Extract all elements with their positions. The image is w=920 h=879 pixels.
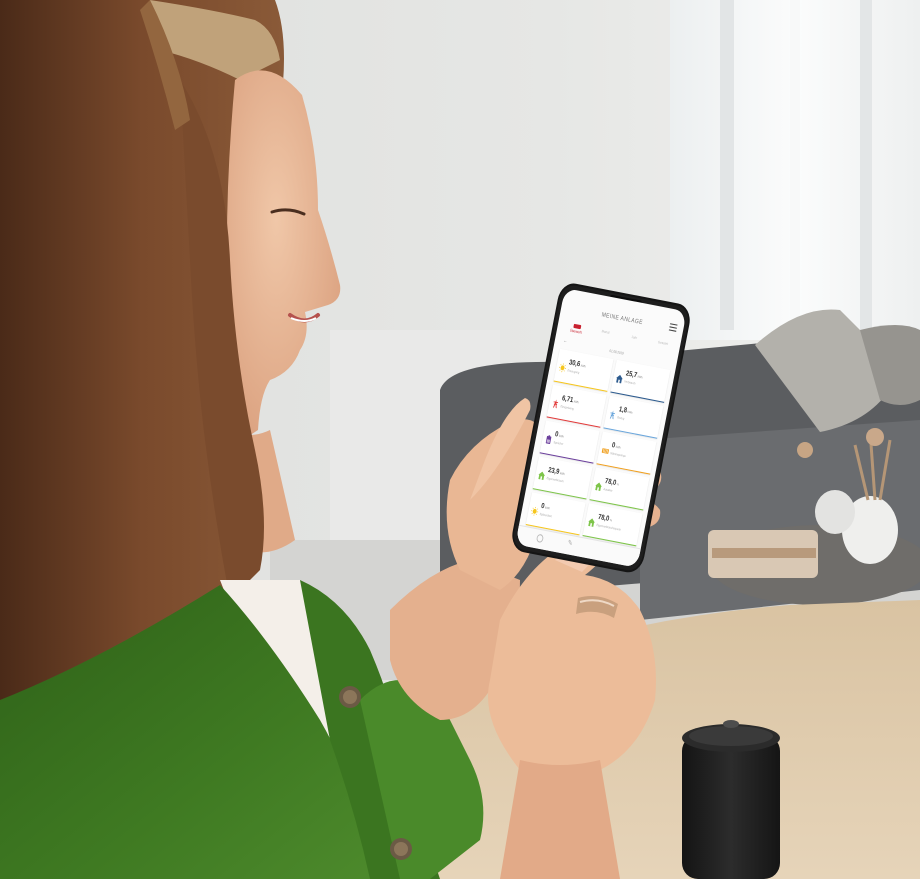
tile-unit: % bbox=[609, 517, 613, 523]
energy-tile[interactable]: 0kWh Wärmepumpe bbox=[596, 431, 657, 475]
tile-unit: kWh bbox=[615, 444, 622, 450]
tile-unit: kWh bbox=[558, 433, 565, 439]
power-tower-icon bbox=[609, 405, 618, 420]
tab-year[interactable]: Jahr bbox=[622, 333, 646, 349]
hamburger-menu-icon[interactable] bbox=[668, 323, 678, 332]
tile-number: 78,0 bbox=[604, 477, 617, 488]
energy-tile[interactable]: 25,7kWh Verbrauch bbox=[610, 359, 671, 403]
tile-label: Eigenverbrauch bbox=[546, 475, 565, 484]
tile-label: Wärmepumpe bbox=[610, 451, 627, 459]
photo-background bbox=[0, 0, 920, 879]
house-icon bbox=[595, 477, 604, 491]
energy-tile[interactable]: 30,6kWh Erzeugung bbox=[553, 348, 614, 392]
tile-unit: kWh bbox=[559, 471, 566, 477]
tile-value: 0kWh bbox=[611, 442, 621, 451]
tile-number: 23,9 bbox=[547, 466, 560, 477]
tab-overview[interactable]: Übersicht bbox=[564, 322, 588, 338]
tile-number: 1,8 bbox=[618, 405, 628, 415]
tile-label: Autarkie bbox=[603, 486, 613, 493]
tile-number: 25,7 bbox=[625, 370, 638, 380]
energy-tile[interactable]: 23,9kWh Eigenverbrauch bbox=[532, 456, 593, 500]
sun-icon bbox=[559, 358, 568, 373]
tab-label: Gesamt bbox=[657, 340, 669, 347]
tile-value: 0kWh bbox=[554, 431, 564, 440]
tile-label: Speicher bbox=[553, 440, 564, 447]
tile-label: Verbrauch bbox=[623, 379, 636, 386]
home-icon[interactable] bbox=[535, 533, 545, 544]
tile-unit: kWh bbox=[573, 399, 580, 405]
battery-icon bbox=[545, 430, 554, 444]
tile-label: Einspeisung bbox=[560, 404, 575, 411]
tile-unit: kWh bbox=[544, 505, 551, 511]
photo-scene: MEINE ANLAGE Übersicht Monat Jahr Gesamt… bbox=[0, 0, 920, 879]
edit-pencil-icon[interactable]: ✎ bbox=[567, 540, 573, 549]
house-icon bbox=[538, 466, 547, 480]
energy-tile[interactable]: 78,0% Autarkie bbox=[589, 467, 650, 511]
heater-icon bbox=[601, 441, 611, 454]
tile-number: 30,6 bbox=[568, 359, 581, 369]
tile-value: 0kWh bbox=[540, 503, 550, 512]
tile-value: 1,8kWh bbox=[618, 406, 633, 416]
tab-label: Übersicht bbox=[569, 328, 583, 335]
house-icon bbox=[588, 513, 597, 527]
energy-tile[interactable]: 1,8kWh Bezug bbox=[603, 395, 664, 439]
energy-tile[interactable]: 0kWh Speicher bbox=[539, 420, 600, 464]
tile-unit: kWh bbox=[580, 363, 587, 369]
tab-label: Jahr bbox=[631, 334, 638, 341]
sun-icon bbox=[531, 502, 540, 516]
tile-number: 6,71 bbox=[561, 394, 574, 405]
tile-label: Eigenverbrauchsquote bbox=[596, 522, 622, 532]
tab-total[interactable]: Gesamt bbox=[650, 339, 674, 355]
tile-unit: % bbox=[616, 482, 620, 487]
tile-value: 78,0% bbox=[604, 478, 619, 488]
tile-label: Spitzenlast bbox=[539, 511, 553, 519]
tile-value: 78,0% bbox=[597, 514, 612, 524]
tile-unit: kWh bbox=[637, 374, 643, 380]
tab-label: Monat bbox=[601, 329, 610, 335]
energy-tile[interactable]: 6,71kWh Einspeisung bbox=[546, 384, 607, 428]
tile-label: Bezug bbox=[617, 415, 625, 421]
house-icon bbox=[616, 369, 625, 384]
tile-number: 78,0 bbox=[597, 513, 610, 523]
power-tower-icon bbox=[552, 394, 561, 409]
tile-unit: kWh bbox=[627, 409, 633, 415]
tab-month[interactable]: Monat bbox=[593, 328, 617, 344]
tile-label: Erzeugung bbox=[567, 368, 580, 375]
